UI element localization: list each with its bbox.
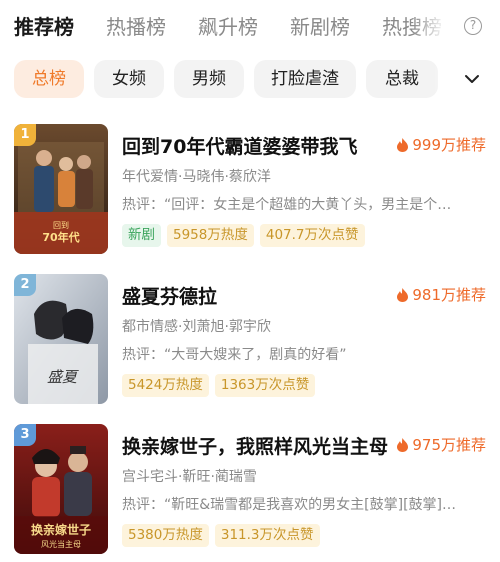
rank-badge: 2	[14, 274, 36, 296]
new-badge: 新剧	[122, 224, 161, 247]
poster-image[interactable]: 盛夏 2	[14, 274, 108, 404]
hot-review: 热评：“靳旺&瑞雪都是我喜欢的男女主[鼓掌][鼓掌]…	[122, 497, 457, 513]
svg-text:70年代: 70年代	[42, 230, 79, 244]
poster-image[interactable]: 换亲嫁世子 风光当主母 3	[14, 424, 108, 554]
recommend-count: 981万推荐	[397, 284, 486, 305]
list-item[interactable]: 回到 70年代 1 回到70年代霸道婆婆带我飞 999万推荐 年代爱情·马晓伟·…	[0, 124, 500, 264]
likes-badge: 311.3万次点赞	[214, 524, 320, 547]
recommend-count: 999万推荐	[397, 134, 486, 155]
heat-badge: 5380万热度	[122, 524, 209, 547]
likes-badge: 407.7万次点赞	[259, 224, 365, 247]
tab-rising[interactable]: 飙升榜	[198, 12, 258, 42]
ranking-tabs: 推荐榜 热播榜 飙升榜 新剧榜 热搜榜 ?	[0, 0, 500, 56]
badge-row: 5424万热度 1363万次点赞	[122, 374, 316, 397]
drama-meta: 年代爱情·马晓伟·蔡欣洋	[122, 169, 271, 185]
heat-badge: 5424万热度	[122, 374, 209, 397]
tab-hot-play[interactable]: 热播榜	[106, 12, 166, 42]
flame-icon	[397, 137, 409, 152]
svg-text:风光当主母: 风光当主母	[41, 539, 81, 549]
filter-chips: 总榜 女频 男频 打脸虐渣 总裁	[0, 60, 500, 100]
drama-title[interactable]: 盛夏芬德拉	[122, 282, 217, 309]
svg-text:回到: 回到	[53, 221, 69, 230]
heat-badge: 5958万热度	[167, 224, 254, 247]
drama-title[interactable]: 换亲嫁世子，我照样风光当主母	[122, 432, 388, 459]
recommend-text: 981万推荐	[412, 286, 486, 304]
rank-badge: 3	[14, 424, 36, 446]
recommend-count: 975万推荐	[397, 434, 486, 455]
drama-title[interactable]: 回到70年代霸道婆婆带我飞	[122, 132, 357, 159]
chip-face-slap[interactable]: 打脸虐渣	[254, 60, 356, 98]
drama-meta: 宫斗宅斗·靳旺·蔺瑞雪	[122, 469, 257, 485]
rank-badge: 1	[14, 124, 36, 146]
recommend-text: 975万推荐	[412, 436, 486, 454]
hot-review: 热评：“大哥大嫂来了，剧真的好看”	[122, 347, 347, 363]
flame-icon	[397, 437, 409, 452]
likes-badge: 1363万次点赞	[214, 374, 316, 397]
chip-ceo[interactable]: 总裁	[366, 60, 438, 98]
chevron-down-icon[interactable]	[463, 70, 481, 88]
list-item[interactable]: 盛夏 2 盛夏芬德拉 981万推荐 都市情感·刘萧旭·郭宇欣 热评：“大哥大嫂来…	[0, 274, 500, 414]
tab-recommend[interactable]: 推荐榜	[14, 12, 74, 42]
chip-male[interactable]: 男频	[174, 60, 244, 98]
chip-all[interactable]: 总榜	[14, 60, 84, 98]
badge-row: 新剧 5958万热度 407.7万次点赞	[122, 224, 365, 247]
list-item[interactable]: 换亲嫁世子 风光当主母 3 换亲嫁世子，我照样风光当主母 975万推荐 宫斗宅斗…	[0, 424, 500, 562]
svg-text:换亲嫁世子: 换亲嫁世子	[31, 522, 91, 537]
svg-text:盛夏: 盛夏	[47, 368, 79, 386]
flame-icon	[397, 287, 409, 302]
tab-new[interactable]: 新剧榜	[290, 12, 350, 42]
question-circle-icon[interactable]: ?	[464, 17, 482, 35]
poster-image[interactable]: 回到 70年代 1	[14, 124, 108, 254]
badge-row: 5380万热度 311.3万次点赞	[122, 524, 320, 547]
tab-fade-overlay	[412, 8, 452, 48]
recommend-text: 999万推荐	[412, 136, 486, 154]
drama-meta: 都市情感·刘萧旭·郭宇欣	[122, 319, 271, 335]
chip-female[interactable]: 女频	[94, 60, 164, 98]
hot-review: 热评：“回评：女主是个超雄的大黄丫头，男主是个…	[122, 197, 452, 213]
